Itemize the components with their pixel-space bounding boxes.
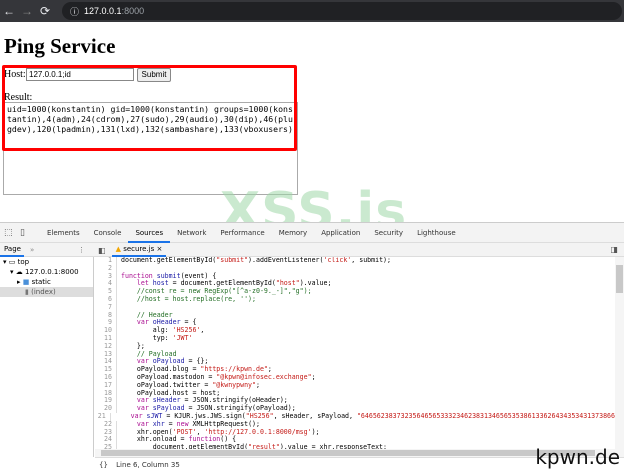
code-token: ; xyxy=(311,372,316,381)
vertical-scrollbar[interactable] xyxy=(615,257,624,449)
line-number: 6 xyxy=(95,295,117,304)
line-number: 1 xyxy=(95,257,117,265)
tab-console[interactable]: Console xyxy=(87,223,129,243)
page-title: Ping Service xyxy=(4,34,116,58)
browser-toolbar: ← → ⟳ ⓘ 127.0.0.1:8000 xyxy=(0,0,624,22)
tree-item-static[interactable]: ▸ ■ static xyxy=(0,277,93,287)
more-tabs-icon[interactable]: » xyxy=(30,246,34,254)
url-host: 127.0.0.1 xyxy=(84,6,122,16)
url-port: :8000 xyxy=(121,6,145,16)
file-tab-label: secure.js xyxy=(123,245,155,253)
tree-label: static xyxy=(31,278,51,286)
file-navigator: ▾ ▭ top ▾ ☁ 127.0.0.1:8000 ▸ ■ static ▮ … xyxy=(0,257,94,457)
info-icon[interactable]: ⓘ xyxy=(70,5,79,18)
line-number: 8 xyxy=(95,311,117,320)
line-number: 5 xyxy=(95,287,117,296)
code-token: document.getElementById( xyxy=(121,257,217,264)
code-token: "646562383732356465653332346238313465653… xyxy=(356,411,615,420)
back-icon[interactable]: ← xyxy=(0,4,18,18)
code-token: "submit" xyxy=(216,257,249,264)
folder-icon: ■ xyxy=(22,278,30,286)
code-editor[interactable]: 1 document.getElementById("submit").addEv… xyxy=(95,257,615,449)
code-token: //host = host.replace(re, ''); xyxy=(121,294,256,303)
file-icon: ▮ xyxy=(25,288,29,296)
toggle-navigator-icon[interactable]: ◧ xyxy=(98,246,106,255)
line-number: 4 xyxy=(95,280,117,289)
tree-label: (index) xyxy=(31,288,56,296)
devtools-tabs: ⬚ ▯ Elements Console Sources Network Perform… xyxy=(0,223,624,243)
cursor-position: Line 6, Column 35 xyxy=(116,461,180,469)
line-number: 7 xyxy=(95,303,117,312)
brand-watermark: kpwn.de xyxy=(535,445,620,469)
tab-performance[interactable]: Performance xyxy=(213,223,271,243)
cloud-icon: ☁ xyxy=(15,268,23,276)
tab-memory[interactable]: Memory xyxy=(272,223,314,243)
code-token: 'JWT' xyxy=(172,333,193,342)
file-tab-secure-js[interactable]: ▲ secure.js × xyxy=(111,243,167,257)
code-token: ).addEventListener( xyxy=(248,257,324,264)
line-number: 2 xyxy=(95,264,117,273)
tree-item-index[interactable]: ▮ (index) xyxy=(0,287,93,297)
code-token: 'click' xyxy=(323,257,352,264)
menu-icon[interactable]: ⋮ xyxy=(78,246,85,254)
host-input[interactable]: 127.0.0.1;id xyxy=(26,68,134,81)
submit-button[interactable]: Submit xyxy=(137,68,171,82)
code-token: ; xyxy=(255,380,260,389)
sources-toolbar: Page » ⋮ ◧ ▲ secure.js × ◨ xyxy=(0,243,624,257)
tree-label: 127.0.0.1:8000 xyxy=(24,268,79,276)
tab-elements[interactable]: Elements xyxy=(40,223,87,243)
tab-security[interactable]: Security xyxy=(367,223,410,243)
warning-icon: ▲ xyxy=(115,245,121,253)
line-number: 3 xyxy=(95,272,117,281)
tab-sources[interactable]: Sources xyxy=(128,223,171,243)
code-token: , submit); xyxy=(351,257,391,264)
device-toggle-icon[interactable]: ▯ xyxy=(20,228,32,238)
tab-lighthouse[interactable]: Lighthouse xyxy=(410,223,463,243)
code-token: , xyxy=(200,326,205,335)
code-line: 6 //host = host.replace(re, ''); xyxy=(95,294,615,304)
tab-application[interactable]: Application xyxy=(314,223,367,243)
code-token: ); xyxy=(311,427,320,436)
host-label: Host: xyxy=(4,69,26,80)
code-token: , sHeader, sPayload, xyxy=(273,411,357,420)
close-icon[interactable]: × xyxy=(157,245,163,253)
tree-label: top xyxy=(17,258,30,266)
code-line: 11 typ: 'JWT' xyxy=(95,333,615,343)
code-line: 7 xyxy=(95,303,615,312)
code-line: 1 document.getElementById("submit").addEv… xyxy=(95,257,615,265)
inspect-icon[interactable]: ⬚ xyxy=(4,228,16,238)
tree-item-origin[interactable]: ▾ ☁ 127.0.0.1:8000 xyxy=(0,267,93,277)
tab-page[interactable]: Page xyxy=(0,243,24,257)
page-content: Ping Service Host: 127.0.0.1;id Submit R… xyxy=(0,22,624,242)
pretty-print-icon[interactable]: {} xyxy=(99,461,108,469)
forward-icon[interactable]: → xyxy=(18,4,36,18)
reload-icon[interactable]: ⟳ xyxy=(36,4,54,18)
frame-icon: ▭ xyxy=(8,258,16,266)
tree-item-top[interactable]: ▾ ▭ top xyxy=(0,257,93,267)
tab-network[interactable]: Network xyxy=(170,223,213,243)
toggle-debugger-icon[interactable]: ◨ xyxy=(610,245,618,254)
devtools-panel: ⬚ ▯ Elements Console Sources Network Perform… xyxy=(0,222,624,471)
address-bar[interactable]: ⓘ 127.0.0.1:8000 xyxy=(62,2,622,20)
